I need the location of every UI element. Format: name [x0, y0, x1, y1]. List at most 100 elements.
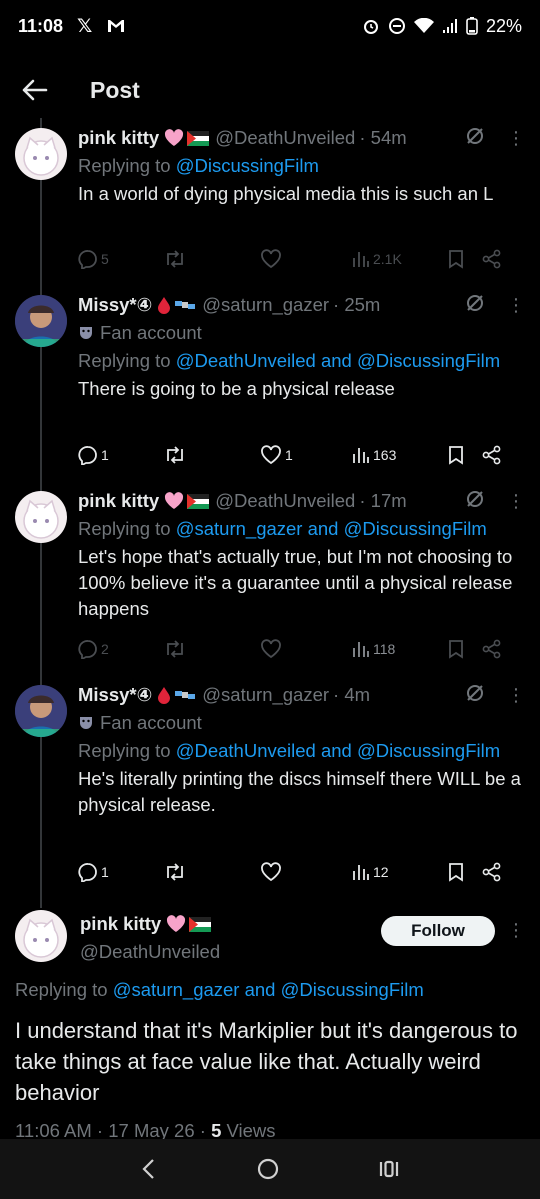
mention-link[interactable]: @DiscussingFilm	[176, 155, 319, 176]
share-button[interactable]	[482, 445, 502, 465]
grok-icon[interactable]	[465, 293, 485, 313]
reply-button[interactable]: 5	[78, 249, 164, 269]
views-count: 2.1K	[373, 251, 402, 267]
replying-to: Replying to @DiscussingFilm	[78, 153, 525, 179]
like-button[interactable]	[260, 249, 352, 269]
mention-link[interactable]: @saturn_gazer and @DiscussingFilm	[176, 518, 487, 539]
post-age: · 54m	[359, 127, 407, 148]
post-age: · 4m	[333, 684, 371, 705]
author-name[interactable]: pink kitty	[78, 127, 159, 149]
views-button[interactable]: 2.1K	[352, 250, 448, 268]
views-button[interactable]: 118	[352, 640, 448, 658]
replying-to: Replying to @saturn_gazer and @Discussin…	[15, 977, 525, 1003]
replying-to: Replying to @DeathUnveiled and @Discussi…	[78, 348, 525, 374]
back-button[interactable]	[15, 70, 55, 110]
name-emojis	[157, 296, 196, 314]
share-button[interactable]	[482, 862, 502, 882]
tweet-text: I understand that it's Markiplier but it…	[15, 1018, 518, 1105]
views-label: Views	[221, 1120, 276, 1141]
name-emojis	[164, 129, 210, 147]
grok-icon[interactable]	[465, 683, 485, 703]
follow-button[interactable]: Follow	[381, 916, 495, 946]
share-button[interactable]	[482, 249, 502, 269]
avatar-kitty-image	[23, 499, 59, 539]
repost-icon	[167, 863, 183, 881]
bookmark-button[interactable]	[448, 445, 482, 465]
avatar[interactable]	[15, 128, 67, 180]
fan-account-text: Fan account	[100, 322, 202, 343]
share-icon	[482, 445, 501, 465]
tweet-text: In a world of dying physical media this …	[78, 183, 494, 204]
like-button[interactable]	[260, 862, 352, 882]
replying-label: Replying to	[15, 979, 113, 1000]
repost-button[interactable]	[164, 862, 260, 882]
author-name[interactable]: pink kitty	[78, 490, 159, 512]
repost-icon	[167, 446, 183, 464]
views-count: 5	[211, 1120, 222, 1141]
author-handle: @saturn_gazer	[202, 684, 330, 705]
palestine-flag-icon	[189, 916, 212, 932]
heart-icon	[261, 862, 281, 882]
system-nav-bar	[0, 1139, 540, 1199]
repost-button[interactable]	[164, 445, 260, 465]
gmail-icon	[108, 20, 125, 32]
mention-link[interactable]: @saturn_gazer and @DiscussingFilm	[113, 979, 424, 1000]
bookmark-button[interactable]	[448, 862, 482, 882]
avatar[interactable]	[15, 910, 67, 962]
status-bar: 11:08 𝕏 22%	[0, 0, 540, 52]
avatar[interactable]	[15, 295, 67, 347]
reply-button[interactable]: 1	[78, 862, 164, 882]
author-handle: @DeathUnveiled	[80, 941, 221, 962]
status-time: 11:08	[18, 15, 64, 36]
bookmark-icon	[449, 446, 463, 465]
like-button[interactable]	[260, 639, 352, 659]
page-title: Post	[90, 76, 140, 103]
more-options-icon[interactable]: ⋮	[507, 685, 525, 706]
reply-icon	[78, 250, 97, 269]
tweet-text: There is going to be a physical release	[78, 378, 395, 399]
views-button[interactable]: 163	[352, 446, 448, 464]
more-options-icon[interactable]: ⋮	[507, 295, 525, 316]
views-chart-icon	[353, 252, 369, 267]
avatar[interactable]	[15, 491, 67, 543]
author-name[interactable]: Missy*④	[78, 684, 152, 706]
views-count: 163	[373, 447, 397, 463]
grok-icon[interactable]	[465, 126, 485, 146]
nav-recents-icon[interactable]	[377, 1157, 401, 1181]
palestine-flag-icon	[187, 130, 210, 146]
repost-button[interactable]	[164, 639, 260, 659]
name-emojis	[157, 686, 196, 704]
reply-button[interactable]: 1	[78, 445, 164, 465]
fan-account-label: Fan account	[78, 711, 525, 735]
repost-button[interactable]	[164, 249, 260, 269]
share-icon	[482, 639, 501, 659]
more-options-icon[interactable]: ⋮	[507, 920, 525, 941]
x-app-icon: 𝕏	[77, 15, 93, 37]
avatar[interactable]	[15, 685, 67, 737]
heart-emoji-icon	[167, 915, 186, 932]
tweet-actions: 2 118	[78, 636, 525, 662]
views-chart-icon	[353, 448, 369, 463]
fan-account-label: Fan account	[78, 321, 525, 345]
mention-link[interactable]: @DeathUnveiled and @DiscussingFilm	[176, 740, 500, 761]
bookmark-button[interactable]	[448, 639, 482, 659]
signal-icon	[442, 19, 457, 33]
reply-icon	[78, 863, 97, 882]
reply-button[interactable]: 2	[78, 639, 164, 659]
share-button[interactable]	[482, 639, 502, 659]
grok-icon[interactable]	[465, 489, 485, 509]
author-name[interactable]: Missy*④	[78, 294, 152, 316]
like-button[interactable]: 1	[260, 445, 352, 465]
views-chart-icon	[353, 865, 369, 880]
views-button[interactable]: 12	[352, 863, 448, 881]
bookmark-button[interactable]	[448, 249, 482, 269]
nav-back-icon[interactable]	[139, 1157, 159, 1181]
author-name[interactable]: pink kitty	[80, 913, 161, 935]
more-options-icon[interactable]: ⋮	[507, 491, 525, 512]
nav-home-icon[interactable]	[256, 1157, 280, 1181]
more-options-icon[interactable]: ⋮	[507, 128, 525, 149]
heart-icon	[261, 249, 281, 269]
mention-link[interactable]: @DeathUnveiled and @DiscussingFilm	[176, 350, 500, 371]
satellite-emoji-icon	[175, 301, 196, 309]
palestine-flag-icon	[187, 493, 210, 509]
